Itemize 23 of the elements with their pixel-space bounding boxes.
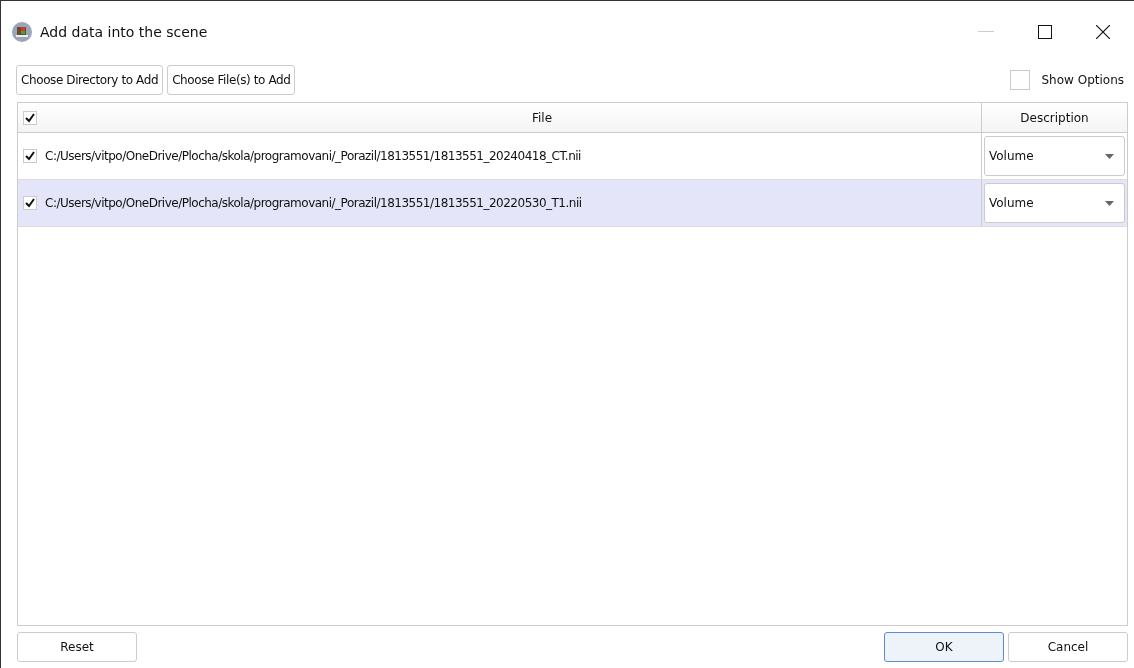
caret-icon [1105,200,1114,206]
description-dropdown[interactable]: Volume [984,183,1125,223]
app-icon [12,22,32,42]
checkbox[interactable] [1009,70,1030,90]
file-path: C:/Users/vitpo/OneDrive/Plocha/skola/programovani/_Porazil/1813551/1813551_20240418_CT.nii [45,149,581,163]
maximize-icon[interactable] [1038,25,1052,39]
window-title: Add data into the scene [40,24,208,40]
column-header[interactable]: Description [981,103,1127,132]
checkbox[interactable] [23,196,37,210]
toolbar-button[interactable]: Choose Directory to Add [16,65,164,95]
checkbox[interactable] [23,149,37,163]
column-header[interactable]: File [45,110,981,125]
table-row[interactable]: C:/Users/vitpo/OneDrive/Plocha/skola/programovani/_Porazil/1813551/1813551_20220530_T1.nii Volume [18,180,1127,227]
description-dropdown[interactable]: Volume [984,136,1125,176]
caret-icon [1105,153,1114,159]
checkbox[interactable] [23,110,37,125]
file-path: C:/Users/vitpo/OneDrive/Plocha/skola/programovani/_Porazil/1813551/1813551_20220530_T1.nii [45,196,582,210]
checkbox-label: Show Options [1041,73,1124,87]
close-icon[interactable] [1096,25,1110,39]
cancel-button[interactable]: Cancel [1008,632,1128,662]
ok-button[interactable]: OK [884,632,1004,662]
reset-button[interactable]: Reset [17,632,137,662]
toolbar-button[interactable]: Choose File(s) to Add [167,65,296,95]
